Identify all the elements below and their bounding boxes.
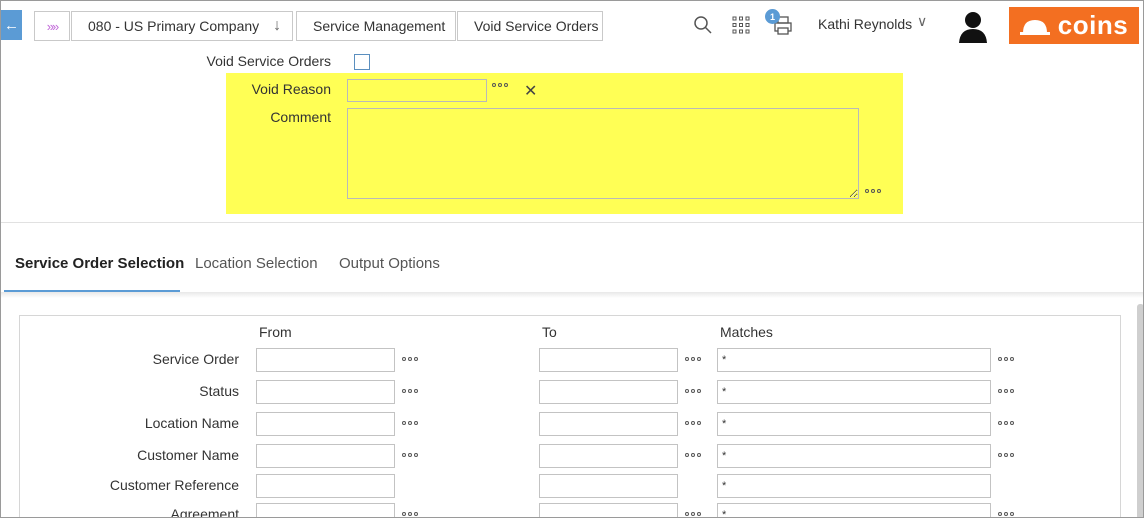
location-name-matches-input[interactable] <box>717 412 991 436</box>
print-badge: 1 <box>765 9 780 24</box>
back-arrow-icon: ← <box>4 16 19 34</box>
agreement-matches-lookup-icon[interactable] <box>998 512 1014 516</box>
customer-reference-to-input[interactable] <box>539 474 678 498</box>
service-order-matches-lookup-icon[interactable] <box>998 357 1014 361</box>
brand-name: coins <box>1057 10 1129 40</box>
location-name-from-lookup-icon[interactable] <box>402 421 418 425</box>
row-label-agreement: Agreement <box>170 506 239 518</box>
service-order-matches-input[interactable] <box>717 348 991 372</box>
scrollbar[interactable] <box>1137 304 1143 517</box>
agreement-from-input[interactable] <box>256 503 395 517</box>
arrow-down-icon[interactable]: ↓ <box>273 17 281 35</box>
section-divider <box>1 222 1143 223</box>
service-order-from-lookup-icon[interactable] <box>402 357 418 361</box>
breadcrumb-page[interactable]: Void Service Orders <box>457 11 603 41</box>
page-label: Void Service Orders <box>474 18 599 34</box>
chevrons-icon: »» <box>46 18 60 34</box>
void-reason-lookup-icon[interactable] <box>492 83 508 87</box>
avatar[interactable] <box>956 9 990 43</box>
apps-grid-icon[interactable] <box>729 13 753 37</box>
chevron-down-icon[interactable]: ∨ <box>917 13 927 30</box>
comment-label: Comment <box>270 109 331 125</box>
location-name-to-input[interactable] <box>539 412 678 436</box>
status-to-input[interactable] <box>539 380 678 404</box>
customer-name-to-input[interactable] <box>539 444 678 468</box>
service-order-to-lookup-icon[interactable] <box>685 357 701 361</box>
row-label-service-order: Service Order <box>152 351 239 367</box>
status-to-lookup-icon[interactable] <box>685 389 701 393</box>
void-orders-checkbox[interactable] <box>354 54 370 70</box>
breadcrumb-module[interactable]: Service Management <box>296 11 456 41</box>
column-header-from: From <box>259 324 292 340</box>
column-header-to: To <box>542 324 557 340</box>
agreement-matches-input[interactable] <box>717 503 991 517</box>
status-from-input[interactable] <box>256 380 395 404</box>
agreement-to-input[interactable] <box>539 503 678 517</box>
user-name[interactable]: Kathi Reynolds <box>818 16 912 32</box>
agreement-to-lookup-icon[interactable] <box>685 512 701 516</box>
agreement-from-lookup-icon[interactable] <box>402 512 418 516</box>
back-button[interactable]: ← <box>1 10 22 40</box>
location-name-to-lookup-icon[interactable] <box>685 421 701 425</box>
search-icon[interactable] <box>691 13 715 37</box>
comment-textarea[interactable] <box>347 108 859 199</box>
void-reason-label: Void Reason <box>251 81 331 97</box>
row-label-customer-reference: Customer Reference <box>109 477 239 493</box>
breadcrumb-home[interactable]: »» <box>34 11 70 41</box>
customer-reference-from-input[interactable] <box>256 474 395 498</box>
status-matches-lookup-icon[interactable] <box>998 389 1014 393</box>
tab-output-options[interactable]: Output Options <box>339 255 440 272</box>
tab-location-selection[interactable]: Location Selection <box>195 255 318 272</box>
status-from-lookup-icon[interactable] <box>402 389 418 393</box>
breadcrumb-company[interactable]: 080 - US Primary Company ↓ <box>71 11 293 41</box>
customer-reference-matches-input[interactable] <box>717 474 991 498</box>
customer-name-from-lookup-icon[interactable] <box>402 453 418 457</box>
brand-logo: coins <box>1009 7 1139 44</box>
service-order-from-input[interactable] <box>256 348 395 372</box>
clear-icon[interactable]: ✕ <box>524 81 537 101</box>
status-matches-input[interactable] <box>717 380 991 404</box>
service-order-to-input[interactable] <box>539 348 678 372</box>
void-reason-input[interactable] <box>347 79 487 102</box>
row-label-location-name: Location Name <box>144 415 239 431</box>
column-header-matches: Matches <box>720 324 773 340</box>
app-window: ← »» 080 - US Primary Company ↓ Service … <box>0 0 1144 518</box>
void-orders-label: Void Service Orders <box>206 53 332 69</box>
location-name-matches-lookup-icon[interactable] <box>998 421 1014 425</box>
comment-lookup-icon[interactable] <box>865 189 881 193</box>
module-label: Service Management <box>313 18 446 34</box>
tab-shadow <box>1 292 1143 298</box>
customer-name-matches-lookup-icon[interactable] <box>998 453 1014 457</box>
hardhat-icon <box>1019 19 1050 35</box>
row-label-status: Status <box>199 383 239 399</box>
customer-name-to-lookup-icon[interactable] <box>685 453 701 457</box>
row-label-customer-name: Customer Name <box>137 447 239 463</box>
tab-service-order-selection[interactable]: Service Order Selection <box>15 255 184 272</box>
customer-name-from-input[interactable] <box>256 444 395 468</box>
customer-name-matches-input[interactable] <box>717 444 991 468</box>
company-label: 080 - US Primary Company <box>88 18 260 34</box>
location-name-from-input[interactable] <box>256 412 395 436</box>
